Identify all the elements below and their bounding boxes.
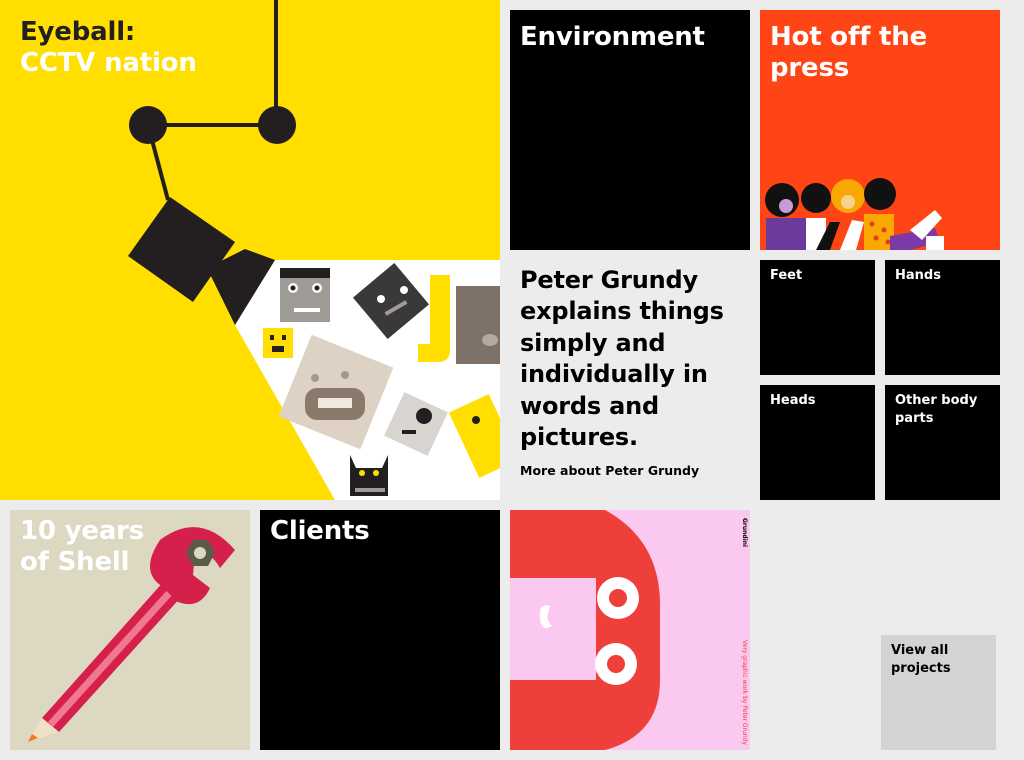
tile-hot-off-the-press[interactable]: Hot off the press — [760, 10, 1000, 250]
tile-other-body-parts[interactable]: Other body parts — [885, 385, 1000, 500]
grundini-poster-illustration — [510, 510, 660, 750]
tile-clients[interactable]: Clients — [260, 510, 500, 750]
hot-off-press-title-line1: Hot off the — [770, 22, 928, 52]
tile-10-years-of-shell[interactable]: 10 years of Shell — [10, 510, 250, 750]
more-about-link[interactable]: More about Peter Grundy — [520, 463, 750, 478]
tile-feet[interactable]: Feet — [760, 260, 875, 375]
intro-block: Peter Grundy explains things simply and … — [520, 265, 750, 478]
intro-headline: Peter Grundy explains things simply and … — [520, 266, 724, 452]
shell-title-line2: of Shell — [20, 547, 130, 577]
environment-title: Environment — [520, 22, 705, 52]
eyeball-title: Eyeball: CCTV nation — [20, 17, 197, 79]
other-body-parts-title: Other body parts — [895, 393, 978, 426]
hands-title: Hands — [895, 268, 941, 283]
heads-title: Heads — [770, 393, 816, 408]
feet-title: Feet — [770, 268, 803, 283]
face-grey-box — [280, 268, 330, 322]
tile-eyeball-cctv[interactable]: Eyeball: CCTV nation — [0, 0, 500, 500]
tile-hands[interactable]: Hands — [885, 260, 1000, 375]
hot-off-press-title-line2: press — [770, 53, 850, 83]
shell-title-line1: 10 years — [20, 516, 145, 546]
face-small-yellow — [263, 328, 293, 358]
view-all-projects-button[interactable]: View all projects — [881, 635, 996, 750]
eyeball-title-line1: Eyeball: — [20, 17, 136, 47]
view-all-label: View all projects — [891, 643, 951, 676]
grundini-tagline: Very graphic work by Peter Grundy — [741, 640, 748, 745]
tile-environment[interactable]: Environment — [510, 10, 750, 250]
tile-grundini[interactable]: Grundini Very graphic work by Peter Grun… — [510, 510, 750, 750]
clients-title: Clients — [270, 516, 370, 546]
eyeball-title-line2: CCTV nation — [20, 48, 197, 78]
grundini-brand: Grundini — [741, 518, 748, 548]
hot-off-press-title: Hot off the press — [770, 22, 927, 84]
tile-heads[interactable]: Heads — [760, 385, 875, 500]
shell-title: 10 years of Shell — [20, 516, 144, 578]
